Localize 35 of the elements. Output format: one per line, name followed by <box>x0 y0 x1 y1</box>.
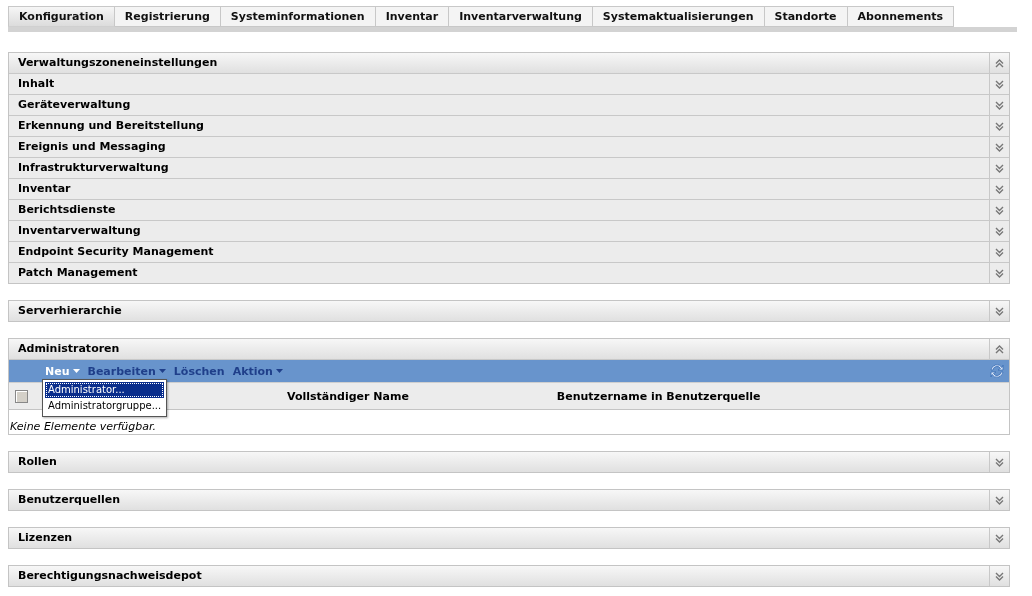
tab[interactable]: Systeminformationen <box>220 6 376 27</box>
double-chevron-down-icon[interactable] <box>995 571 1004 581</box>
checkbox[interactable] <box>15 389 28 403</box>
tab[interactable]: Konfiguration <box>8 6 115 27</box>
double-chevron-down-icon[interactable] <box>995 79 1004 89</box>
tab[interactable]: Abonnements <box>847 6 955 27</box>
double-chevron-down-icon[interactable] <box>995 495 1004 505</box>
menu-item[interactable]: Administrator... <box>45 382 165 398</box>
tab[interactable]: Inventar <box>375 6 450 27</box>
double-chevron-up-icon[interactable] <box>995 58 1004 68</box>
double-chevron-down-icon[interactable] <box>995 163 1004 173</box>
double-chevron-down-icon[interactable] <box>995 142 1004 152</box>
double-chevron-down-icon[interactable] <box>995 205 1004 215</box>
tab[interactable]: Standorte <box>764 6 848 27</box>
double-chevron-down-icon[interactable] <box>995 121 1004 131</box>
double-chevron-down-icon[interactable] <box>995 457 1004 467</box>
caret-icon[interactable] <box>275 369 283 373</box>
column-header[interactable]: Benutzername in Benutzerquelle <box>556 389 761 403</box>
tab[interactable]: Inventarverwaltung <box>449 6 593 27</box>
column-header[interactable]: Vollständiger Name <box>287 389 409 403</box>
double-chevron-down-icon[interactable] <box>995 100 1004 110</box>
double-chevron-up-icon[interactable] <box>995 344 1004 354</box>
tab[interactable]: Systemaktualisierungen <box>592 6 765 27</box>
double-chevron-down-icon[interactable] <box>995 306 1004 316</box>
double-chevron-down-icon[interactable] <box>995 268 1004 278</box>
double-chevron-down-icon[interactable] <box>995 533 1004 543</box>
tab[interactable]: Registrierung <box>114 6 221 27</box>
refresh-icon[interactable] <box>989 363 1005 379</box>
caret-icon[interactable] <box>72 369 80 373</box>
caret-icon[interactable] <box>158 369 166 373</box>
double-chevron-down-icon[interactable] <box>995 184 1004 194</box>
double-chevron-down-icon[interactable] <box>995 247 1004 257</box>
menu-item[interactable]: Administratorgruppe... <box>45 398 165 414</box>
empty-message: Keine Elemente verfügbar. <box>9 420 157 433</box>
double-chevron-down-icon[interactable] <box>995 226 1004 236</box>
